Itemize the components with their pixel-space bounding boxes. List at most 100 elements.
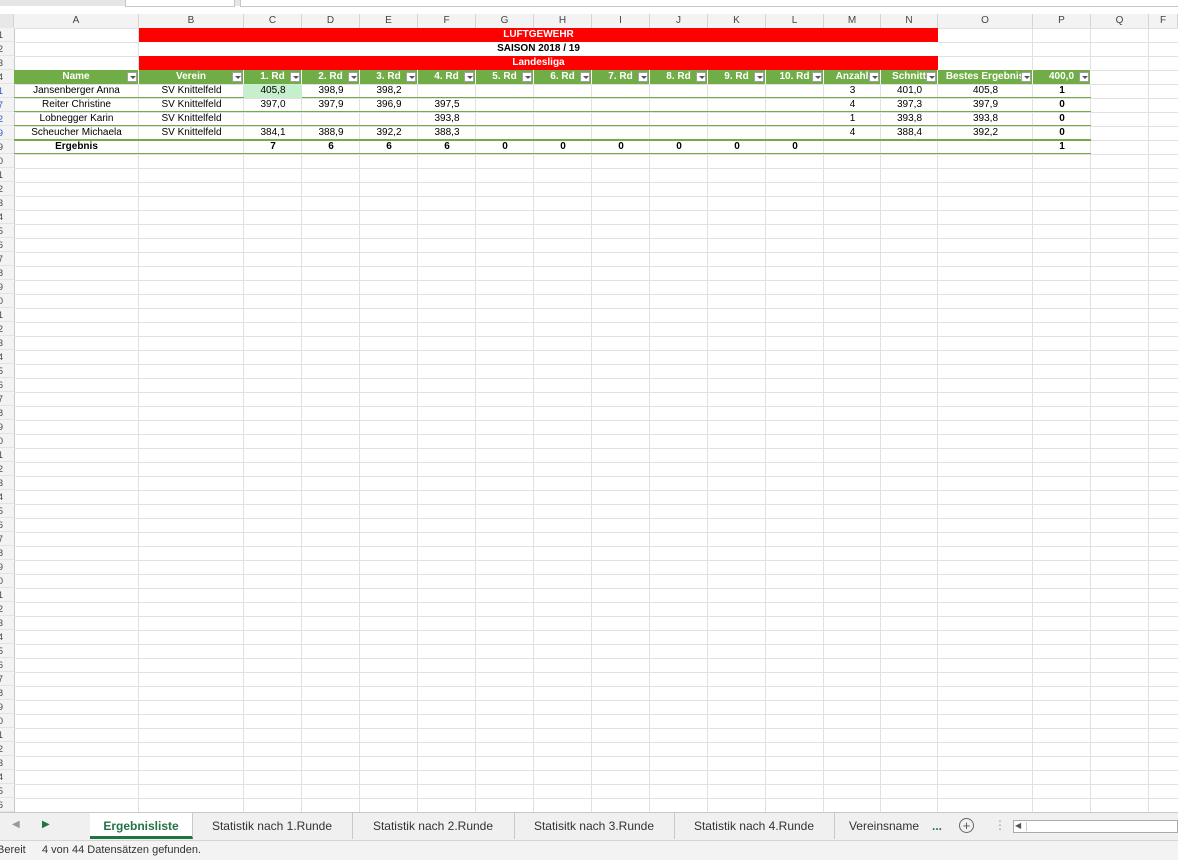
table-cell[interactable]: 6: [360, 140, 418, 154]
filter-dropdown-icon[interactable]: [812, 72, 822, 82]
row-header[interactable]: 8: [0, 686, 14, 700]
row-header[interactable]: 8: [0, 266, 14, 280]
row-header[interactable]: 7: [0, 392, 14, 406]
column-header-cell[interactable]: Bestes Ergebnis: [938, 70, 1033, 84]
row-header[interactable]: 4: [0, 210, 14, 224]
row-header[interactable]: 3: [0, 476, 14, 490]
row-header[interactable]: 1: [0, 168, 14, 182]
filter-dropdown-icon[interactable]: [638, 72, 648, 82]
more-tabs-button[interactable]: ...: [932, 813, 942, 839]
table-cell[interactable]: 405,8: [244, 84, 302, 98]
table-cell[interactable]: 1: [1033, 140, 1091, 154]
row-header[interactable]: 0: [0, 154, 14, 168]
row-header[interactable]: 7: [0, 532, 14, 546]
table-cell[interactable]: 6: [418, 140, 476, 154]
scroll-right-icon[interactable]: ▶: [42, 819, 50, 830]
formula-bar[interactable]: [240, 0, 1178, 7]
col-header-a[interactable]: A: [14, 14, 139, 28]
row-header[interactable]: 9: [0, 560, 14, 574]
column-header-cell[interactable]: 5. Rd: [476, 70, 534, 84]
row-header[interactable]: 7: [0, 672, 14, 686]
table-cell[interactable]: 392,2: [938, 126, 1033, 140]
table-cell[interactable]: Scheucher Michaela: [14, 126, 139, 140]
filter-dropdown-icon[interactable]: [926, 72, 936, 82]
table-cell[interactable]: 4: [824, 98, 881, 112]
column-header-cell[interactable]: Name: [14, 70, 139, 84]
banner-title[interactable]: LUFTGEWEHR: [139, 28, 938, 42]
col-header-h[interactable]: H: [534, 14, 592, 28]
table-cell[interactable]: 397,9: [302, 98, 360, 112]
table-cell[interactable]: 0: [534, 140, 592, 154]
tab-statistik-1[interactable]: Statistik nach 1.Runde: [192, 813, 353, 839]
table-cell[interactable]: 388,9: [302, 126, 360, 140]
row-header[interactable]: 2: [0, 112, 14, 126]
col-header-q[interactable]: Q: [1091, 14, 1149, 28]
tab-ergebnisliste[interactable]: Ergebnisliste: [90, 813, 193, 839]
column-header-cell[interactable]: 7. Rd: [592, 70, 650, 84]
table-cell[interactable]: Lobnegger Karin: [14, 112, 139, 126]
tab-statistik-4[interactable]: Statistik nach 4.Runde: [674, 813, 835, 839]
col-header-i[interactable]: I: [592, 14, 650, 28]
column-header-cell[interactable]: Anzahl: [824, 70, 881, 84]
row-header[interactable]: 1: [0, 308, 14, 322]
row-header[interactable]: 4: [0, 490, 14, 504]
filter-dropdown-icon[interactable]: [696, 72, 706, 82]
table-cell[interactable]: 388,3: [418, 126, 476, 140]
filter-dropdown-icon[interactable]: [754, 72, 764, 82]
table-cell[interactable]: 393,8: [881, 112, 938, 126]
column-header-cell[interactable]: 6. Rd: [534, 70, 592, 84]
table-cell[interactable]: [302, 112, 360, 126]
table-cell[interactable]: 0: [592, 140, 650, 154]
filter-dropdown-icon[interactable]: [127, 72, 137, 82]
splitter-handle-icon[interactable]: ⋮: [994, 818, 1006, 832]
column-header-cell[interactable]: 10. Rd: [766, 70, 824, 84]
table-cell[interactable]: 393,8: [938, 112, 1033, 126]
row-header[interactable]: 4: [0, 350, 14, 364]
table-cell[interactable]: 4: [824, 126, 881, 140]
column-header-cell[interactable]: 400,0: [1033, 70, 1091, 84]
scrollbar-thumb[interactable]: [1026, 822, 1177, 831]
row-header[interactable]: 5: [0, 224, 14, 238]
table-cell[interactable]: 397,9: [938, 98, 1033, 112]
filter-dropdown-icon[interactable]: [232, 72, 242, 82]
column-header-cell[interactable]: 8. Rd: [650, 70, 708, 84]
table-cell[interactable]: 0: [766, 140, 824, 154]
table-cell[interactable]: 392,2: [360, 126, 418, 140]
table-cell[interactable]: 6: [302, 140, 360, 154]
name-box[interactable]: [125, 0, 235, 7]
table-cell[interactable]: 393,8: [418, 112, 476, 126]
column-header-cell[interactable]: Verein: [139, 70, 244, 84]
banner-season[interactable]: SAISON 2018 / 19: [139, 42, 938, 56]
col-header-b[interactable]: B: [139, 14, 244, 28]
table-cell[interactable]: Reiter Christine: [14, 98, 139, 112]
table-cell[interactable]: 398,9: [302, 84, 360, 98]
row-header[interactable]: 5: [0, 364, 14, 378]
col-header-j[interactable]: J: [650, 14, 708, 28]
row-header[interactable]: 3: [0, 56, 14, 70]
row-header[interactable]: 0: [0, 294, 14, 308]
col-header-c[interactable]: C: [244, 14, 302, 28]
table-cell[interactable]: Ergebnis: [14, 140, 139, 154]
table-cell[interactable]: 1: [1033, 84, 1091, 98]
table-cell[interactable]: 0: [1033, 126, 1091, 140]
row-header[interactable]: 2: [0, 742, 14, 756]
row-header[interactable]: 5: [0, 784, 14, 798]
row-header[interactable]: 3: [0, 336, 14, 350]
row-header[interactable]: 1: [0, 448, 14, 462]
row-header[interactable]: 8: [0, 406, 14, 420]
row-header[interactable]: 9: [0, 126, 14, 140]
col-header-n[interactable]: N: [881, 14, 938, 28]
row-header[interactable]: 5: [0, 504, 14, 518]
col-header-f[interactable]: F: [418, 14, 476, 28]
horizontal-scrollbar[interactable]: ◀: [1013, 820, 1178, 833]
table-cell[interactable]: 405,8: [938, 84, 1033, 98]
row-header[interactable]: 7: [0, 252, 14, 266]
row-header[interactable]: 2: [0, 322, 14, 336]
table-cell[interactable]: 7: [244, 140, 302, 154]
table-cell[interactable]: SV Knittelfeld: [139, 112, 244, 126]
column-header-cell[interactable]: 9. Rd: [708, 70, 766, 84]
col-header-l[interactable]: L: [766, 14, 824, 28]
table-cell[interactable]: 0: [476, 140, 534, 154]
row-header[interactable]: 2: [0, 602, 14, 616]
tab-vereinsname[interactable]: Vereinsname: [834, 813, 934, 839]
